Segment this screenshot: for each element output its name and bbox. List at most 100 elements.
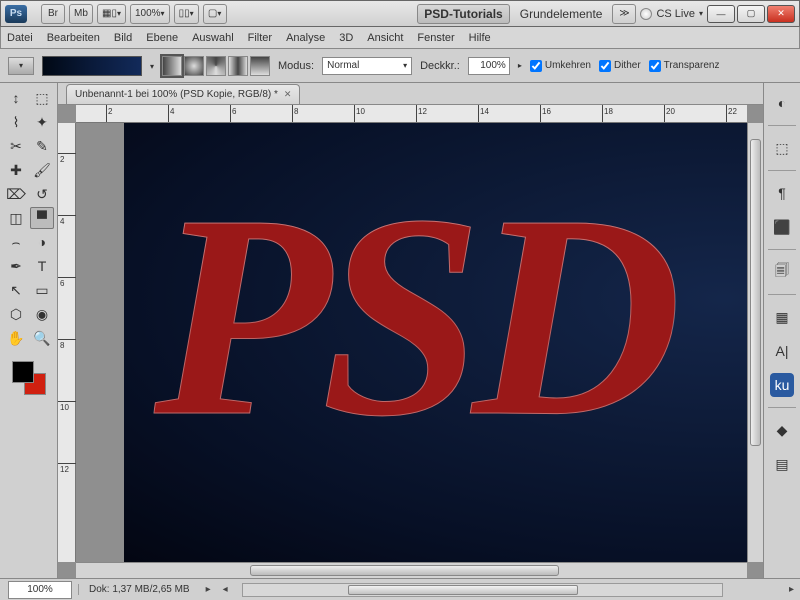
scrollbar-horizontal[interactable] [76, 562, 747, 578]
ruler-h-label: 6 [232, 107, 236, 116]
canvas-text-psd: PSD [154, 149, 672, 482]
window-maximize-button[interactable]: ▢ [737, 5, 765, 23]
cslive-label[interactable]: CS Live [656, 8, 695, 20]
ruler-h-label: 4 [170, 107, 174, 116]
modus-label: Modus: [278, 60, 314, 72]
menu-ansicht[interactable]: Ansicht [367, 32, 403, 44]
ruler-h-label: 16 [542, 107, 551, 116]
tool-path[interactable]: ↖ [4, 279, 28, 301]
scrollbar-vertical[interactable] [747, 123, 763, 562]
ruler-h-label: 12 [418, 107, 427, 116]
tool-3d[interactable]: ⬡ [4, 303, 28, 325]
menu-ebene[interactable]: Ebene [146, 32, 178, 44]
dock-thumbs-icon[interactable]: ▦ [770, 305, 794, 329]
ruler-h-label: 18 [604, 107, 613, 116]
menu-auswahl[interactable]: Auswahl [192, 32, 234, 44]
gradient-preview[interactable] [42, 56, 142, 76]
gradient-diamond-button[interactable] [250, 56, 270, 76]
tool-type[interactable]: T [30, 255, 54, 277]
menu-analyse[interactable]: Analyse [286, 32, 325, 44]
menu-hilfe[interactable]: Hilfe [469, 32, 491, 44]
menu-bearbeiten[interactable]: Bearbeiten [47, 32, 100, 44]
canvas[interactable]: PSD [76, 123, 747, 562]
reverse-checkbox[interactable]: Umkehren [530, 60, 591, 72]
scrollbar-v-thumb[interactable] [750, 139, 761, 446]
foreground-color-swatch[interactable] [12, 361, 34, 383]
document-tab[interactable]: Unbenannt-1 bei 100% (PSD Kopie, RGB/8) … [66, 84, 300, 104]
document-tab-title: Unbenannt-1 bei 100% (PSD Kopie, RGB/8) … [75, 89, 278, 100]
screenmode-button[interactable]: ▢ [203, 4, 227, 24]
gradient-angle-button[interactable] [206, 56, 226, 76]
dock-history-icon[interactable]: 🗐 [770, 260, 794, 284]
dock-swatches-icon[interactable]: ⬚ [770, 136, 794, 160]
tool-pen[interactable]: ✒ [4, 255, 28, 277]
dock-paragraph-icon[interactable]: ¶ [770, 181, 794, 205]
toolbox: ↕⬚⌇✦✂✎✚🖌⌦↺◫▀⌢◑✒T↖▭⬡◉✋🔍 [0, 83, 58, 578]
menu-fenster[interactable]: Fenster [417, 32, 454, 44]
transparency-checkbox[interactable]: Transparenz [649, 60, 720, 72]
document-tab-close-icon[interactable]: ✕ [284, 89, 292, 100]
dither-checkbox[interactable]: Dither [599, 60, 641, 72]
tool-dodge[interactable]: ◑ [30, 231, 54, 253]
workspace-psd-tutorials[interactable]: PSD-Tutorials [417, 4, 509, 24]
ruler-horizontal[interactable]: 246810121416182022 [76, 105, 747, 123]
menu-datei[interactable]: Datei [7, 32, 33, 44]
window-close-button[interactable]: ✕ [767, 5, 795, 23]
tool-zoom[interactable]: 🔍 [30, 327, 54, 349]
ruler-vertical[interactable]: 24681012 [58, 123, 76, 562]
menu-bild[interactable]: Bild [114, 32, 132, 44]
scrollbar-h-thumb[interactable] [250, 565, 559, 576]
cslive-dot-icon [640, 8, 652, 20]
gradient-linear-button[interactable] [162, 56, 182, 76]
minibridge-button[interactable]: Mb [69, 4, 93, 24]
dock-character-icon[interactable]: A| [770, 339, 794, 363]
tool-shape[interactable]: ▭ [30, 279, 54, 301]
mini-scrollbar-thumb[interactable] [348, 585, 578, 595]
workspace-grundelemente[interactable]: Grundelemente [514, 7, 609, 21]
dock-layers-icon[interactable]: ▤ [770, 452, 794, 476]
tool-blur[interactable]: ⌢ [4, 231, 28, 253]
view-extras-button[interactable]: ▦▯ [97, 4, 126, 24]
window-minimize-button[interactable]: — [707, 5, 735, 23]
modus-select[interactable]: Normal [322, 57, 412, 75]
tool-history[interactable]: ↺ [30, 183, 54, 205]
tool-move[interactable]: ↕ [4, 87, 28, 109]
tool-heal[interactable]: ✚ [4, 159, 28, 181]
dock-color-icon[interactable]: ◐ [770, 91, 794, 115]
tool-3dcam[interactable]: ◉ [30, 303, 54, 325]
status-scroll-right-icon[interactable]: ▸ [783, 584, 800, 595]
tool-stamp[interactable]: ⌦ [4, 183, 28, 205]
ruler-h-label: 20 [666, 107, 675, 116]
tool-gradient[interactable]: ▀ [30, 207, 54, 229]
tool-preset-button[interactable] [8, 57, 34, 75]
tool-lasso[interactable]: ⌇ [4, 111, 28, 133]
zoom-input[interactable]: 100% [8, 581, 72, 599]
tool-crop[interactable]: ✂ [4, 135, 28, 157]
gradient-reflected-button[interactable] [228, 56, 248, 76]
zoom-select[interactable]: 100% [130, 4, 170, 24]
arrange-button[interactable]: ▯▯ [174, 4, 199, 24]
opacity-input[interactable]: 100% [468, 57, 510, 75]
gradient-radial-button[interactable] [184, 56, 204, 76]
dock-kuler-icon[interactable]: ku [770, 373, 794, 397]
tool-brush[interactable]: 🖌 [30, 159, 54, 181]
status-scroll-left-icon[interactable]: ◂ [217, 584, 234, 595]
bridge-button[interactable]: Br [41, 4, 65, 24]
gradient-type-group [162, 56, 270, 76]
tool-eraser[interactable]: ◫ [4, 207, 28, 229]
tool-eyedropper[interactable]: ✎ [30, 135, 54, 157]
menu-3d[interactable]: 3D [339, 32, 353, 44]
menu-filter[interactable]: Filter [248, 32, 272, 44]
dock-navigator-icon[interactable]: ◆ [770, 418, 794, 442]
tool-wand[interactable]: ✦ [30, 111, 54, 133]
status-bar: 100% Dok: 1,37 MB/2,65 MB ▸ ◂ ▸ [0, 578, 800, 600]
mini-scrollbar[interactable] [242, 583, 723, 597]
title-bar: Ps Br Mb ▦▯ 100% ▯▯ ▢ PSD-Tutorials Grun… [0, 0, 800, 27]
gradient-picker-arrow[interactable] [150, 60, 154, 72]
status-menu-arrow-icon[interactable]: ▸ [200, 584, 217, 595]
tool-marquee[interactable]: ⬚ [30, 87, 54, 109]
dock-styles-icon[interactable]: ⬛ [770, 215, 794, 239]
color-swatches[interactable] [12, 361, 46, 395]
workspace-more-button[interactable]: ≫ [612, 4, 636, 24]
tool-hand[interactable]: ✋ [4, 327, 28, 349]
